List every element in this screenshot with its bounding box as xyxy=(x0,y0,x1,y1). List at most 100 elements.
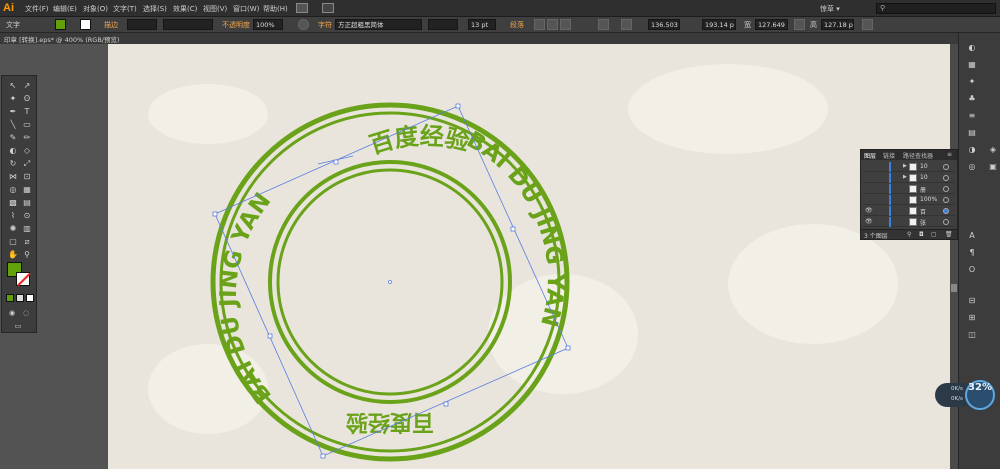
color-mode-icon[interactable] xyxy=(6,294,14,302)
selection-handle[interactable] xyxy=(510,226,516,232)
layer-name[interactable]: 张 xyxy=(920,218,926,227)
none-mode-icon[interactable] xyxy=(26,294,34,302)
appearance-panel-icon[interactable]: ◎ xyxy=(966,162,978,172)
hand-tool-icon[interactable]: ✋ xyxy=(7,250,19,260)
menu-select[interactable]: 选择(S) xyxy=(143,4,167,14)
transform-icon[interactable] xyxy=(598,19,609,30)
selection-handle[interactable] xyxy=(565,345,571,351)
screen-mode-icon[interactable]: ▭ xyxy=(12,321,24,331)
draw-mode-icon[interactable]: ◉ xyxy=(6,308,18,318)
layer-row[interactable]: ▶ 10 xyxy=(863,173,955,183)
transform-panel-icon[interactable]: ⊞ xyxy=(966,313,978,323)
workspace-switcher[interactable]: 惊草 ▾ xyxy=(820,4,840,14)
stroke-color-box[interactable] xyxy=(16,272,30,286)
artboards-panel-icon[interactable]: ▣ xyxy=(987,162,999,172)
mesh-tool-icon[interactable]: ▩ xyxy=(7,198,19,208)
width-field[interactable]: 127.649 xyxy=(755,19,788,30)
make-clipping-mask-icon[interactable]: ◘ xyxy=(919,231,924,238)
arrange-documents-icon[interactable] xyxy=(322,3,334,13)
selection-handle[interactable] xyxy=(267,333,273,339)
eraser-tool-icon[interactable]: ◇ xyxy=(21,146,33,156)
stroke-weight-field[interactable] xyxy=(127,19,157,30)
free-transform-tool-icon[interactable]: ⊡ xyxy=(21,172,33,182)
variable-width-profile[interactable] xyxy=(163,19,213,30)
opacity-field[interactable]: 100% xyxy=(253,19,283,30)
menu-help[interactable]: 帮助(H) xyxy=(263,4,288,14)
pathfinder-panel-icon[interactable]: ◫ xyxy=(966,330,978,340)
align-left-icon[interactable] xyxy=(534,19,545,30)
target-icon[interactable] xyxy=(943,186,949,192)
layer-name[interactable]: 100% xyxy=(920,196,937,203)
menu-edit[interactable]: 编辑(E) xyxy=(53,4,77,14)
panel-menu-icon[interactable] xyxy=(862,19,873,30)
recolor-icon[interactable] xyxy=(298,19,309,30)
layer-row[interactable]: 册 xyxy=(863,184,955,194)
layer-row[interactable]: 100% xyxy=(863,195,955,205)
font-family-field[interactable]: 方正超粗黑简体 xyxy=(335,19,422,30)
delete-layer-icon[interactable]: 🗑 xyxy=(945,231,953,238)
network-speed-widget[interactable]: 0K/s 0K/s 32% xyxy=(935,380,997,410)
height-field[interactable]: 127.18 p xyxy=(821,19,854,30)
blob-brush-tool-icon[interactable]: ◐ xyxy=(7,146,19,156)
target-icon[interactable] xyxy=(943,219,949,225)
rotate-tool-icon[interactable]: ↻ xyxy=(7,159,19,169)
seal-artwork[interactable]: 百度经验 BAI DU JING YAN BAI DU JING YAN 百度经… xyxy=(108,44,950,469)
paragraph-panel-icon[interactable]: ¶ xyxy=(966,248,978,258)
line-tool-icon[interactable]: ╲ xyxy=(7,120,19,130)
layer-row[interactable]: 👁 百 xyxy=(863,206,955,216)
zoom-tool-icon[interactable]: ⚲ xyxy=(21,250,33,260)
stroke-label[interactable]: 描边 xyxy=(104,20,118,30)
expand-icon[interactable]: ▶ xyxy=(903,163,907,169)
layers-panel-icon[interactable]: ◈ xyxy=(987,145,999,155)
shape-builder-tool-icon[interactable]: ◎ xyxy=(7,185,19,195)
target-icon[interactable] xyxy=(943,197,949,203)
draw-inside-icon[interactable]: ◌ xyxy=(20,308,32,318)
selection-handle[interactable] xyxy=(212,211,218,217)
swatches-panel-icon[interactable]: ▦ xyxy=(966,60,978,70)
menu-view[interactable]: 视图(V) xyxy=(203,4,227,14)
width-tool-icon[interactable]: ⋈ xyxy=(7,172,19,182)
selection-handle[interactable] xyxy=(455,103,461,109)
transparency-panel-icon[interactable]: ◑ xyxy=(966,145,978,155)
symbol-sprayer-tool-icon[interactable]: ✺ xyxy=(7,224,19,234)
menu-object[interactable]: 对象(O) xyxy=(83,4,108,14)
blend-tool-icon[interactable]: ⊙ xyxy=(21,211,33,221)
tab-pathfinder[interactable]: 路径查找器 xyxy=(903,151,933,160)
target-icon[interactable] xyxy=(943,175,949,181)
x-field[interactable]: 136.503 xyxy=(648,19,680,30)
gradient-mode-icon[interactable] xyxy=(16,294,24,302)
rectangle-tool-icon[interactable]: ▭ xyxy=(21,120,33,130)
paintbrush-tool-icon[interactable]: ✎ xyxy=(7,133,19,143)
selection-handle[interactable] xyxy=(333,159,339,165)
target-icon[interactable] xyxy=(943,208,949,214)
eye-icon[interactable]: 👁 xyxy=(865,218,873,225)
layer-name[interactable]: 10 xyxy=(920,174,928,181)
magic-wand-tool-icon[interactable]: ✦ xyxy=(7,94,19,104)
stroke-color-swatch[interactable] xyxy=(80,19,91,30)
locate-object-icon[interactable]: ⚲ xyxy=(907,231,911,238)
color-panel-icon[interactable]: ◐ xyxy=(966,43,978,53)
target-icon[interactable] xyxy=(943,164,949,170)
expand-icon[interactable]: ▶ xyxy=(903,174,907,180)
font-style-field[interactable] xyxy=(428,19,458,30)
document-tab[interactable]: 印章 [转换].eps* @ 400% (RGB/预览) xyxy=(4,34,120,44)
memory-usage-ball[interactable]: 32% xyxy=(965,380,995,410)
brushes-panel-icon[interactable]: ✦ xyxy=(966,77,978,87)
type-tool-icon[interactable]: T xyxy=(21,107,33,117)
perspective-grid-tool-icon[interactable]: ▦ xyxy=(21,185,33,195)
reference-point-icon[interactable] xyxy=(621,19,632,30)
lasso-tool-icon[interactable]: ʘ xyxy=(21,94,33,104)
column-graph-tool-icon[interactable]: ▥ xyxy=(21,224,33,234)
direct-selection-tool-icon[interactable]: ↗ xyxy=(21,81,33,91)
font-size-field[interactable]: 13 pt xyxy=(468,19,496,30)
character-panel-icon[interactable]: A xyxy=(966,231,978,241)
align-panel-icon[interactable]: ⊟ xyxy=(966,296,978,306)
scale-tool-icon[interactable]: ⤢ xyxy=(21,159,33,169)
y-field[interactable]: 193.14 p xyxy=(702,19,736,30)
bridge-icon[interactable] xyxy=(296,3,308,13)
character-label[interactable]: 字符 xyxy=(318,20,332,30)
tab-layers[interactable]: 图层 xyxy=(864,151,876,160)
menu-type[interactable]: 文字(T) xyxy=(113,4,137,14)
layer-name[interactable]: 册 xyxy=(920,185,926,194)
eyedropper-tool-icon[interactable]: ⌇ xyxy=(7,211,19,221)
